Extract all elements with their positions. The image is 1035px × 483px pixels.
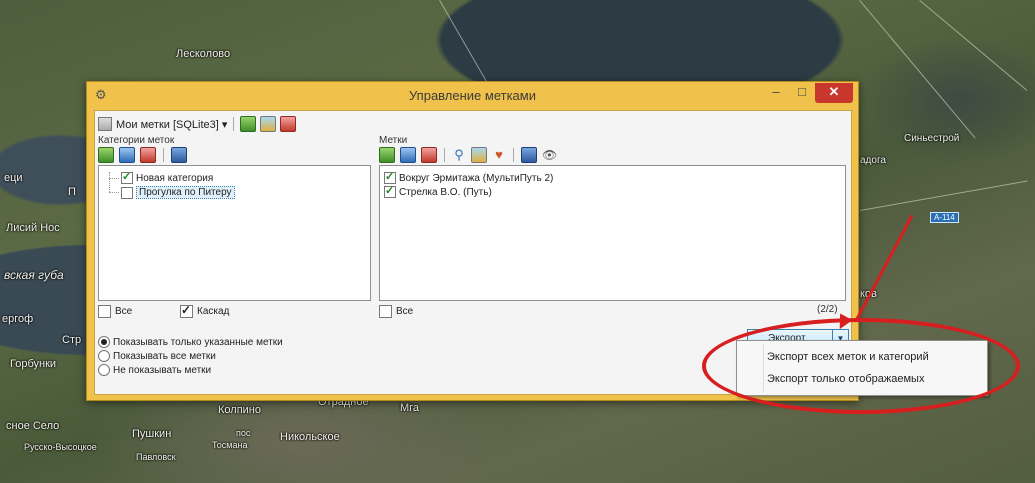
toolbar-separator xyxy=(163,148,164,162)
marks-all-checkbox-row[interactable]: Все xyxy=(379,305,413,318)
edit-category-icon[interactable] xyxy=(119,147,135,163)
maximize-button[interactable]: □ xyxy=(789,83,815,103)
add-mark-icon[interactable] xyxy=(379,147,395,163)
map-label: Синьестрой xyxy=(904,133,960,144)
minimize-button[interactable]: – xyxy=(763,83,789,103)
tree-connector xyxy=(109,178,119,179)
show-option-label: Показывать только указанные метки xyxy=(113,336,283,348)
map-label: еци xyxy=(4,172,23,184)
db-edit-icon[interactable] xyxy=(260,116,277,132)
cascade-checkbox-row[interactable]: Каскад xyxy=(180,303,230,318)
map-road xyxy=(919,0,1028,91)
categories-tree[interactable]: Новая категория Прогулка по Питеру xyxy=(98,165,371,301)
categories-all-checkbox-row[interactable]: Все xyxy=(98,305,132,318)
db-delete-icon[interactable] xyxy=(280,116,297,132)
map-label: Стр xyxy=(62,334,82,346)
map-label: Мга xyxy=(400,402,420,414)
show-option-radio[interactable] xyxy=(98,364,110,376)
add-category-icon[interactable] xyxy=(98,147,114,163)
map-road xyxy=(860,180,1028,211)
mark-checkbox[interactable] xyxy=(384,170,396,184)
map-label: Русско-Высоцкое xyxy=(24,442,97,452)
search-icon[interactable]: ⚲ xyxy=(452,148,466,162)
categories-all-checkbox[interactable] xyxy=(98,305,111,318)
database-selector[interactable]: Мои метки [SQLite3] ▾ xyxy=(116,118,227,131)
mark-item[interactable]: Стрелка В.О. (Путь) xyxy=(384,184,492,198)
close-button[interactable]: ✕ xyxy=(815,83,853,103)
annotation-ellipse xyxy=(702,318,1020,414)
visibility-eye-icon[interactable]: 👁 xyxy=(542,148,557,162)
map-label: ергоф xyxy=(2,313,34,325)
mark-checkbox[interactable] xyxy=(384,184,396,198)
toolbar-separator xyxy=(233,117,235,131)
show-option-radio[interactable] xyxy=(98,350,110,362)
show-option-label: Показывать все метки xyxy=(113,350,216,362)
category-item[interactable]: Прогулка по Питеру xyxy=(121,186,235,199)
category-checkbox[interactable] xyxy=(121,186,133,199)
mark-label: Стрелка В.О. (Путь) xyxy=(399,186,492,198)
toolbar-separator xyxy=(513,148,514,162)
mark-item[interactable]: Вокруг Эрмитажа (МультиПуть 2) xyxy=(384,170,554,184)
categories-all-label: Все xyxy=(115,306,133,317)
road-number-badge: А-114 xyxy=(930,212,959,223)
marks-toolbar: ⚲ ♥ 👁 xyxy=(379,147,557,163)
database-icon xyxy=(98,117,112,131)
edit-mark-icon[interactable] xyxy=(400,147,416,163)
category-label: Прогулка по Питеру xyxy=(136,186,235,199)
cascade-label: Каскад xyxy=(197,306,230,317)
save-marks-icon[interactable] xyxy=(521,147,537,163)
show-option-row[interactable]: Не показывать метки xyxy=(98,364,211,376)
show-option-row[interactable]: Показывать только указанные метки xyxy=(98,336,283,348)
show-option-row[interactable]: Показывать все метки xyxy=(98,350,216,362)
marks-list[interactable]: Вокруг Эрмитажа (МультиПуть 2) Стрелка В… xyxy=(379,165,846,301)
map-label: Горбунки xyxy=(10,358,57,370)
show-option-radio[interactable] xyxy=(98,336,110,348)
map-label: Тосмана xyxy=(212,440,248,450)
database-toolbar: Мои метки [SQLite3] ▾ xyxy=(98,115,297,133)
marks-group-label: Метки xyxy=(379,135,408,146)
mark-label: Вокруг Эрмитажа (МультиПуть 2) xyxy=(399,172,554,184)
map-label: Лисий Нос xyxy=(6,222,60,234)
placemark-pin-icon[interactable]: ♥ xyxy=(492,148,506,162)
marks-all-label: Все xyxy=(396,306,414,317)
tree-connector xyxy=(109,192,119,193)
map-label: адога xyxy=(860,155,886,166)
save-categories-icon[interactable] xyxy=(171,147,187,163)
category-checkbox[interactable] xyxy=(121,170,133,184)
cascade-checkbox[interactable] xyxy=(180,303,193,318)
marks-counter: (2/2) xyxy=(817,304,838,315)
map-label: П xyxy=(68,186,76,198)
delete-mark-icon[interactable] xyxy=(421,147,437,163)
delete-category-icon[interactable] xyxy=(140,147,156,163)
categories-toolbar xyxy=(98,147,187,163)
toolbar-separator xyxy=(444,148,445,162)
tree-connector xyxy=(109,172,110,192)
go-to-mark-icon[interactable] xyxy=(471,147,487,163)
title-bar[interactable]: ⚙ Управление метками – □ ✕ xyxy=(87,82,858,110)
category-label: Новая категория xyxy=(136,172,214,184)
db-add-icon[interactable] xyxy=(240,116,257,132)
categories-group-label: Категории меток xyxy=(98,135,175,146)
map-road xyxy=(859,0,976,139)
map-label: Павловск xyxy=(136,452,176,462)
map-label: сное Село xyxy=(6,420,60,432)
show-option-label: Не показывать метки xyxy=(113,364,212,376)
map-label: Лесколово xyxy=(176,48,231,60)
map-label: Колпино xyxy=(218,404,261,416)
map-label: Пушкин xyxy=(132,428,172,440)
map-label: Никольское xyxy=(280,431,340,443)
map-label: пос xyxy=(236,428,251,438)
map-label: вская губа xyxy=(4,268,64,282)
marks-all-checkbox[interactable] xyxy=(379,305,392,318)
window-title: Управление метками xyxy=(409,88,536,103)
category-item[interactable]: Новая категория xyxy=(121,170,214,184)
